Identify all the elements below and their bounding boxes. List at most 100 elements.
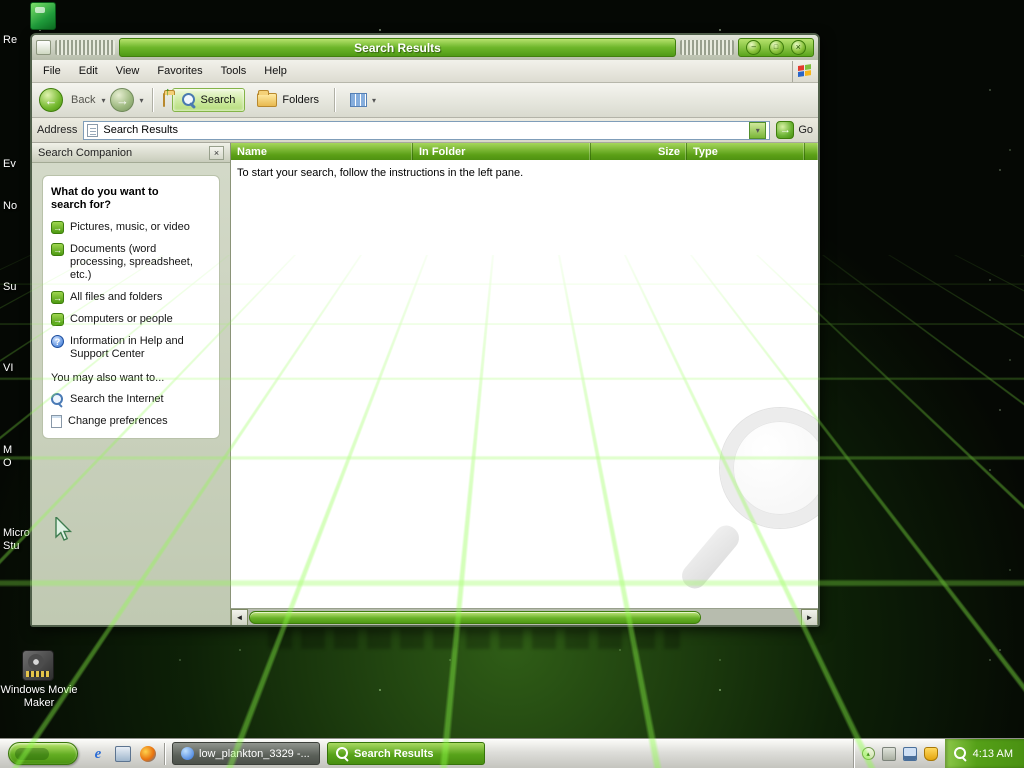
taskbar-button-search-results[interactable]: Search Results: [327, 742, 485, 765]
quick-launch: [90, 745, 156, 762]
search-results-doc-icon: [87, 123, 99, 137]
up-arrow-icon: [165, 86, 171, 98]
scroll-left-icon[interactable]: [231, 608, 248, 625]
wallpaper-watermark-text: [268, 629, 680, 649]
close-button[interactable]: [790, 40, 806, 55]
desktop-icon-label[interactable]: Ev: [3, 158, 30, 171]
windows-movie-maker-icon[interactable]: [22, 650, 54, 681]
link-all-files-folders[interactable]: All files and folders: [51, 291, 211, 304]
back-button[interactable]: [39, 88, 63, 112]
list-column-headers: Name In Folder Size Type: [231, 143, 818, 160]
desktop-icon[interactable]: [30, 2, 56, 30]
scrollbar-thumb[interactable]: [249, 610, 701, 624]
folders-button[interactable]: Folders: [250, 89, 326, 111]
go-button[interactable]: Go: [776, 121, 813, 139]
green-arrow-icon: [51, 313, 64, 326]
desktop-icon-label[interactable]: No: [3, 200, 30, 213]
green-arrow-icon: [51, 243, 64, 256]
back-dropdown-icon[interactable]: [101, 94, 105, 106]
link-label: Documents (word processing, spreadsheet,…: [70, 243, 193, 281]
window-content: Search Companion What do you want to sea…: [32, 143, 818, 625]
toolbar-separator: [334, 88, 336, 112]
menu-view[interactable]: View: [107, 62, 149, 80]
column-type[interactable]: Type: [687, 143, 805, 160]
search-heading: What do you want to search for?: [51, 186, 159, 211]
link-documents[interactable]: Documents (word processing, spreadsheet,…: [51, 243, 211, 282]
close-pane-icon[interactable]: [209, 145, 224, 160]
toolbar-separator: [151, 88, 153, 112]
desktop-icon-label[interactable]: M O: [3, 444, 30, 470]
address-input[interactable]: Search Results: [83, 120, 771, 140]
menu-file[interactable]: File: [34, 62, 70, 80]
column-in-folder[interactable]: In Folder: [413, 143, 591, 160]
link-computers-people[interactable]: Computers or people: [51, 313, 211, 326]
help-icon: [51, 335, 64, 348]
search-results-window: Search Results File Edit View Favorites …: [30, 33, 820, 627]
link-search-internet[interactable]: Search the Internet: [51, 393, 211, 406]
taskbar-separator: [164, 742, 165, 765]
address-value: Search Results: [103, 124, 178, 136]
removable-hardware-icon[interactable]: [881, 746, 896, 761]
chevron-down-icon: [756, 124, 760, 136]
views-button[interactable]: [343, 89, 383, 111]
link-label: All files and folders: [70, 291, 163, 303]
hide-icons-chevron-icon[interactable]: [861, 747, 875, 760]
views-icon: [350, 93, 368, 107]
task-buttons: low_plankton_3329 -... Search Results: [172, 742, 485, 765]
green-arrow-icon: [51, 221, 64, 234]
search-button[interactable]: Search: [171, 88, 246, 112]
magnifier-icon: [51, 393, 64, 406]
titlebar[interactable]: Search Results: [32, 35, 818, 60]
back-button-label[interactable]: Back: [71, 94, 95, 106]
show-desktop-icon[interactable]: [115, 745, 131, 762]
task-label: low_plankton_3329 -...: [199, 747, 310, 760]
address-label: Address: [37, 124, 78, 136]
maximize-button[interactable]: [768, 40, 784, 55]
column-name[interactable]: Name: [231, 143, 413, 160]
titlebar-grip: [680, 40, 734, 55]
start-button[interactable]: [8, 742, 78, 765]
security-shield-icon[interactable]: [923, 746, 938, 761]
system-tray: 4:13 AM: [852, 739, 1024, 768]
media-player-icon[interactable]: [140, 745, 156, 762]
menu-favorites[interactable]: Favorites: [148, 62, 211, 80]
link-help-support[interactable]: Information in Help and Support Center: [51, 335, 211, 361]
forward-button[interactable]: [110, 88, 135, 112]
menu-help[interactable]: Help: [255, 62, 296, 80]
desktop-icon-label[interactable]: Micro Stu: [3, 527, 30, 553]
up-button[interactable]: [161, 92, 167, 108]
folders-button-label: Folders: [282, 94, 320, 106]
menu-bar: File Edit View Favorites Tools Help: [32, 60, 818, 83]
desktop-icon-label[interactable]: Su: [3, 281, 30, 294]
link-change-preferences[interactable]: Change preferences: [51, 415, 211, 428]
search-indexing-icon[interactable]: [953, 747, 967, 760]
menu-edit[interactable]: Edit: [70, 62, 107, 80]
window-icon: [36, 40, 51, 55]
column-size[interactable]: Size: [591, 143, 687, 160]
internet-explorer-icon[interactable]: [90, 746, 106, 762]
menu-tools[interactable]: Tools: [212, 62, 256, 80]
search-button-label: Search: [200, 94, 236, 106]
windows-movie-maker-label[interactable]: Windows Movie Maker: [0, 684, 78, 710]
address-dropdown-button[interactable]: [749, 121, 767, 139]
window-controls: [738, 38, 814, 57]
forward-dropdown-icon[interactable]: [139, 94, 143, 106]
window-title: Search Results: [354, 40, 441, 55]
search-companion-pane: Search Companion What do you want to sea…: [32, 143, 231, 625]
taskbar-button-low-plankton[interactable]: low_plankton_3329 -...: [172, 742, 320, 765]
link-label: Change preferences: [68, 415, 168, 427]
search-companion-header: Search Companion: [32, 143, 230, 163]
horizontal-scrollbar[interactable]: [231, 608, 818, 625]
also-heading: You may also want to...: [51, 372, 165, 384]
green-arrow-icon: [51, 291, 64, 304]
clock[interactable]: 4:13 AM: [973, 748, 1013, 760]
network-icon[interactable]: [902, 746, 917, 761]
scroll-right-icon[interactable]: [801, 608, 818, 625]
folders-icon: [257, 90, 278, 107]
desktop-icon-label[interactable]: VI: [3, 362, 30, 375]
link-pictures-music-video[interactable]: Pictures, music, or video: [51, 221, 211, 234]
search-magnifier-icon: [181, 93, 196, 107]
desktop-icon-label[interactable]: Re: [3, 34, 30, 47]
task-label: Search Results: [354, 747, 434, 760]
minimize-button[interactable]: [746, 40, 762, 55]
